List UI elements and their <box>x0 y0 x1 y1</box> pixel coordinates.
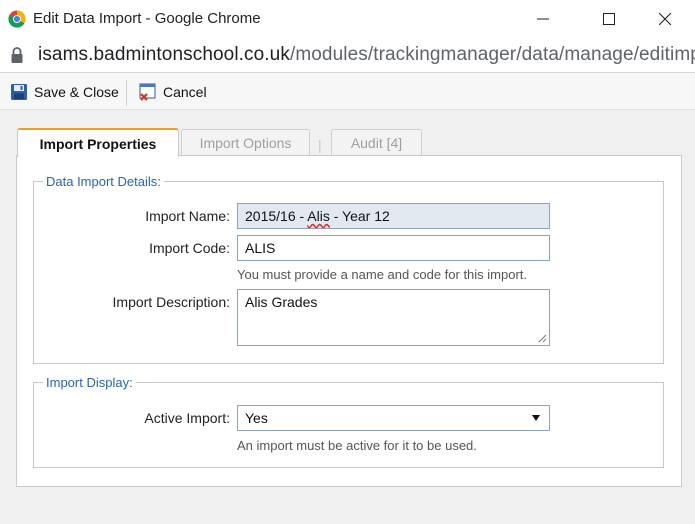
minimize-icon <box>537 18 549 20</box>
import-description-label: Import Description: <box>112 294 230 310</box>
import-name-flagged-word: Alis <box>307 208 330 224</box>
tab-audit[interactable]: Audit [4] <box>331 129 422 156</box>
url-host: isams.badmintonschool.co.uk <box>38 44 290 65</box>
close-icon <box>659 13 671 25</box>
toolbar-divider <box>126 80 127 106</box>
url-path: /modules/trackingmanager/data/manage/edi… <box>289 44 695 65</box>
cancel-label: Cancel <box>163 84 207 100</box>
active-import-value: Yes <box>245 410 268 426</box>
tab-import-properties[interactable]: Import Properties <box>17 128 179 157</box>
save-close-button[interactable]: Save & Close <box>10 80 119 104</box>
data-import-details-legend: Data Import Details: <box>43 174 164 189</box>
address-bar[interactable]: isams.badmintonschool.co.uk/modules/trac… <box>0 38 695 73</box>
minimize-button[interactable] <box>520 0 566 38</box>
import-description-value: Alis Grades <box>245 294 318 310</box>
toolbar: Save & Close Cancel <box>0 73 695 110</box>
resize-grip-icon[interactable] <box>538 334 547 343</box>
active-import-hint: An import must be active for it to be us… <box>237 438 477 453</box>
active-import-select[interactable]: Yes <box>237 405 550 431</box>
lock-icon <box>11 47 23 63</box>
save-close-label: Save & Close <box>34 84 119 100</box>
tab-import-options[interactable]: Import Options <box>181 129 310 156</box>
cancel-button[interactable]: Cancel <box>139 80 207 104</box>
cancel-icon <box>139 83 156 101</box>
close-button[interactable] <box>642 0 688 38</box>
window-title: Edit Data Import - Google Chrome <box>33 10 261 27</box>
import-name-field[interactable]: 2015/16 - Alis - Year 12 <box>237 203 550 229</box>
active-import-label: Active Import: <box>144 410 230 426</box>
window-titlebar: Edit Data Import - Google Chrome <box>0 0 695 38</box>
import-description-field[interactable]: Alis Grades <box>237 289 550 346</box>
dropdown-arrow-icon <box>532 415 540 421</box>
import-name-prefix: 2015/16 - <box>245 208 308 224</box>
import-name-suffix: - Year 12 <box>329 208 390 224</box>
import-code-label: Import Code: <box>149 240 230 256</box>
import-name-label: Import Name: <box>145 208 230 224</box>
import-display-legend: Import Display: <box>43 375 136 390</box>
import-code-field[interactable]: ALIS <box>237 235 550 261</box>
maximize-button[interactable] <box>586 0 632 38</box>
url-text: isams.badmintonschool.co.uk/modules/trac… <box>38 44 695 66</box>
import-code-hint: You must provide a name and code for thi… <box>237 267 528 282</box>
chrome-logo-icon <box>8 10 26 28</box>
save-icon <box>11 84 27 100</box>
tab-separator: | <box>318 137 322 153</box>
maximize-icon <box>603 13 615 25</box>
